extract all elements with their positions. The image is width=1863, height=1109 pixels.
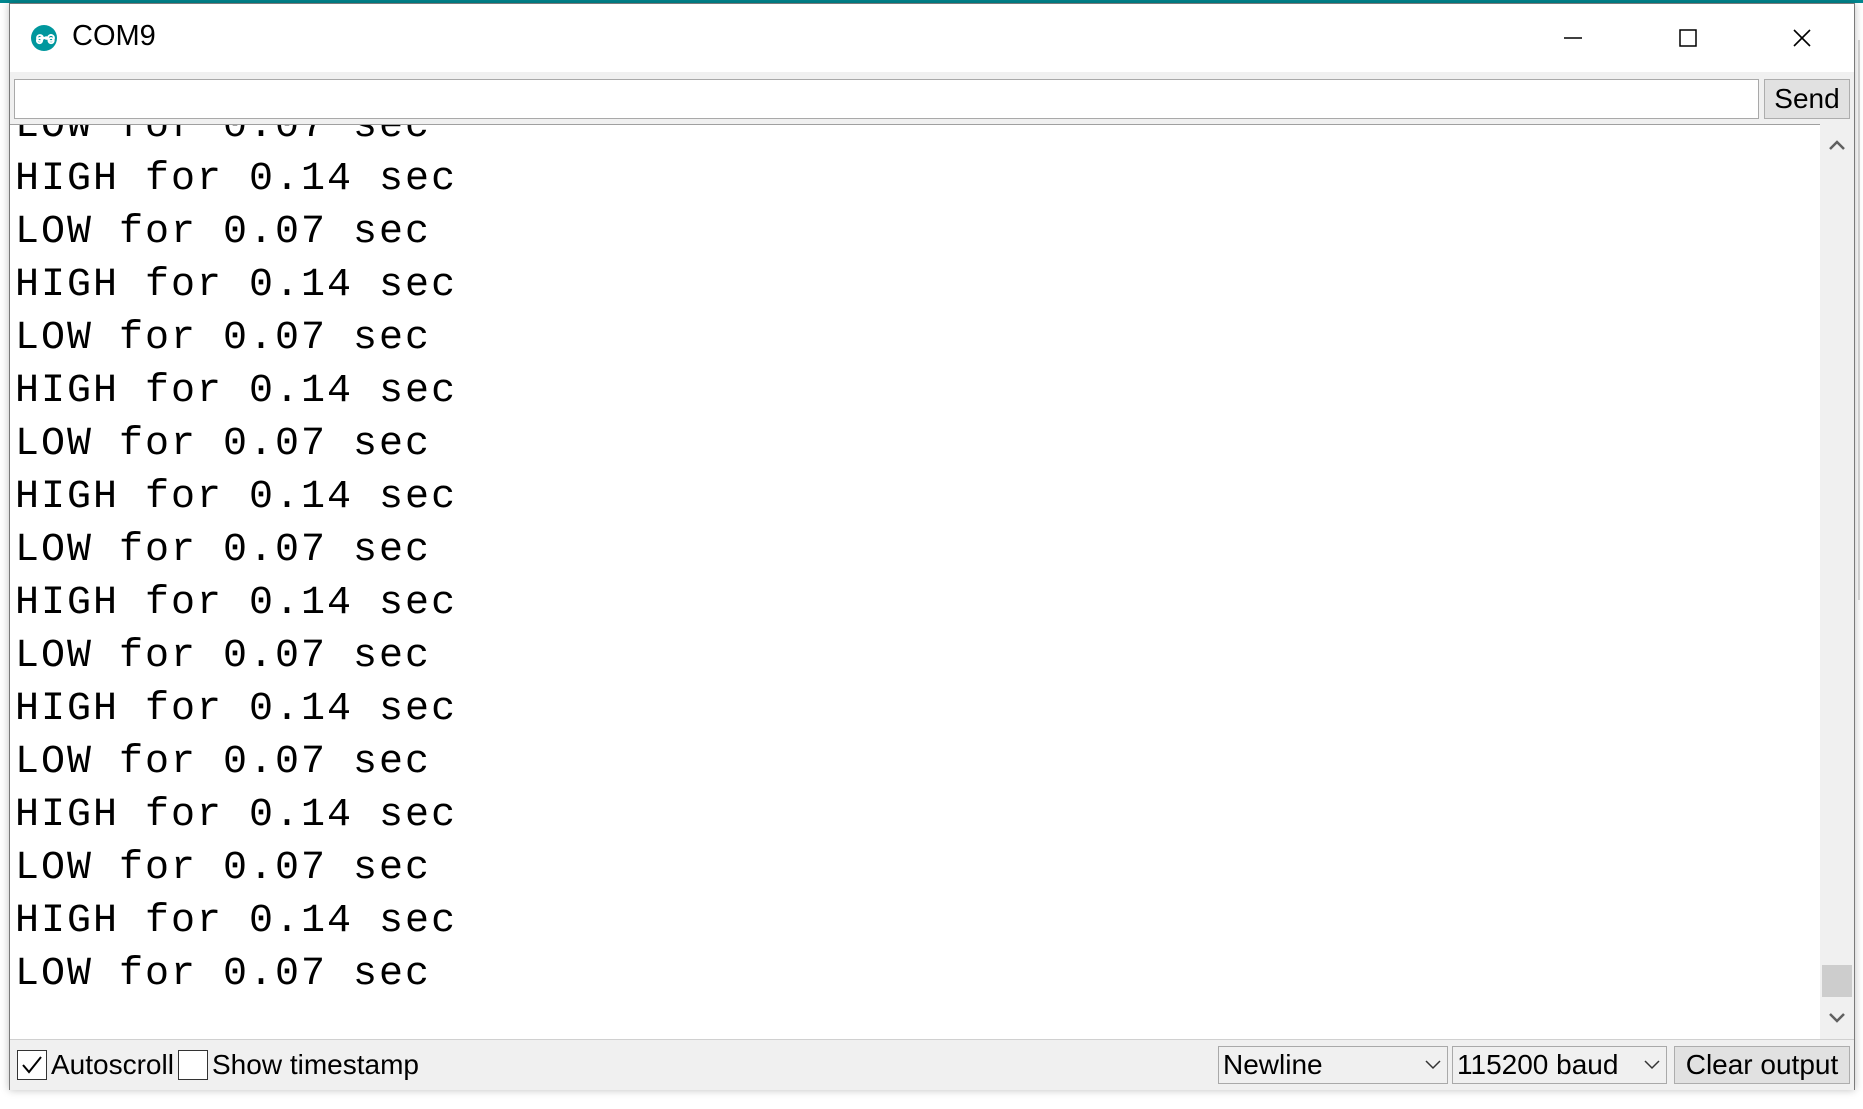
line-ending-select[interactable]: Newline [1218, 1046, 1448, 1084]
serial-output-area[interactable]: LOW for 0.07 sec HIGH for 0.14 sec LOW fo… [10, 124, 1820, 1040]
close-icon [1792, 29, 1811, 47]
minimize-icon [1563, 37, 1582, 39]
line-ending-value: Newline [1223, 1049, 1323, 1080]
scroll-thumb[interactable] [1822, 965, 1852, 997]
output-line: LOW for 0.07 sec [15, 952, 432, 997]
output-line-partial: LOW for 0.07 sec [15, 124, 432, 149]
output-line: LOW for 0.07 sec [15, 528, 432, 573]
baud-rate-select[interactable]: 115200 baud [1452, 1046, 1667, 1084]
autoscroll-checkbox[interactable] [17, 1050, 47, 1080]
timestamp-checkbox[interactable] [178, 1050, 208, 1080]
chevron-down-icon [1829, 1013, 1845, 1023]
scroll-up-button[interactable] [1820, 124, 1854, 166]
output-line: LOW for 0.07 sec [15, 210, 432, 255]
chevron-up-icon [1829, 140, 1845, 150]
arduino-infinity-icon [31, 25, 57, 51]
status-bar: Autoscroll Show timestamp Newline 115200… [10, 1039, 1854, 1090]
autoscroll-option[interactable]: Autoscroll [17, 1048, 174, 1082]
close-button[interactable] [1744, 4, 1859, 72]
send-row: Send [10, 72, 1854, 126]
chevron-down-icon [1425, 1060, 1441, 1070]
output-line: HIGH for 0.14 sec [15, 687, 458, 732]
output-line: LOW for 0.07 sec [15, 422, 432, 467]
timestamp-option[interactable]: Show timestamp [178, 1048, 419, 1082]
maximize-icon [1678, 29, 1697, 47]
output-line: HIGH for 0.14 sec [15, 793, 458, 838]
send-button[interactable]: Send [1764, 79, 1850, 119]
scroll-down-button[interactable] [1820, 997, 1854, 1039]
serial-monitor-window: COM9 Send LOW for 0.07 sec HIGH for 0.14… [9, 3, 1855, 1090]
output-line: LOW for 0.07 sec [15, 740, 432, 785]
output-line: HIGH for 0.14 sec [15, 581, 458, 626]
timestamp-label: Show timestamp [212, 1049, 419, 1080]
serial-send-input[interactable] [14, 79, 1759, 119]
autoscroll-label: Autoscroll [51, 1049, 174, 1080]
baud-rate-value: 115200 baud [1457, 1049, 1619, 1080]
window-title: COM9 [72, 20, 156, 52]
output-line: HIGH for 0.14 sec [15, 157, 458, 202]
ide-editor-divider [1858, 40, 1860, 600]
minimize-button[interactable] [1515, 4, 1630, 72]
output-lines: LOW for 0.07 sec HIGH for 0.14 sec LOW fo… [15, 124, 458, 1001]
output-line: HIGH for 0.14 sec [15, 475, 458, 520]
output-line: HIGH for 0.14 sec [15, 369, 458, 414]
output-line: LOW for 0.07 sec [15, 634, 432, 679]
title-bar[interactable]: COM9 [10, 4, 1854, 72]
output-line: LOW for 0.07 sec [15, 846, 432, 891]
chevron-down-icon [1644, 1060, 1660, 1070]
output-line: LOW for 0.07 sec [15, 316, 432, 361]
output-scrollbar[interactable] [1820, 124, 1854, 1039]
output-line: HIGH for 0.14 sec [15, 263, 458, 308]
output-line: HIGH for 0.14 sec [15, 899, 458, 944]
clear-output-button[interactable]: Clear output [1674, 1046, 1850, 1084]
maximize-button[interactable] [1630, 4, 1745, 72]
checkmark-icon [22, 1056, 42, 1074]
